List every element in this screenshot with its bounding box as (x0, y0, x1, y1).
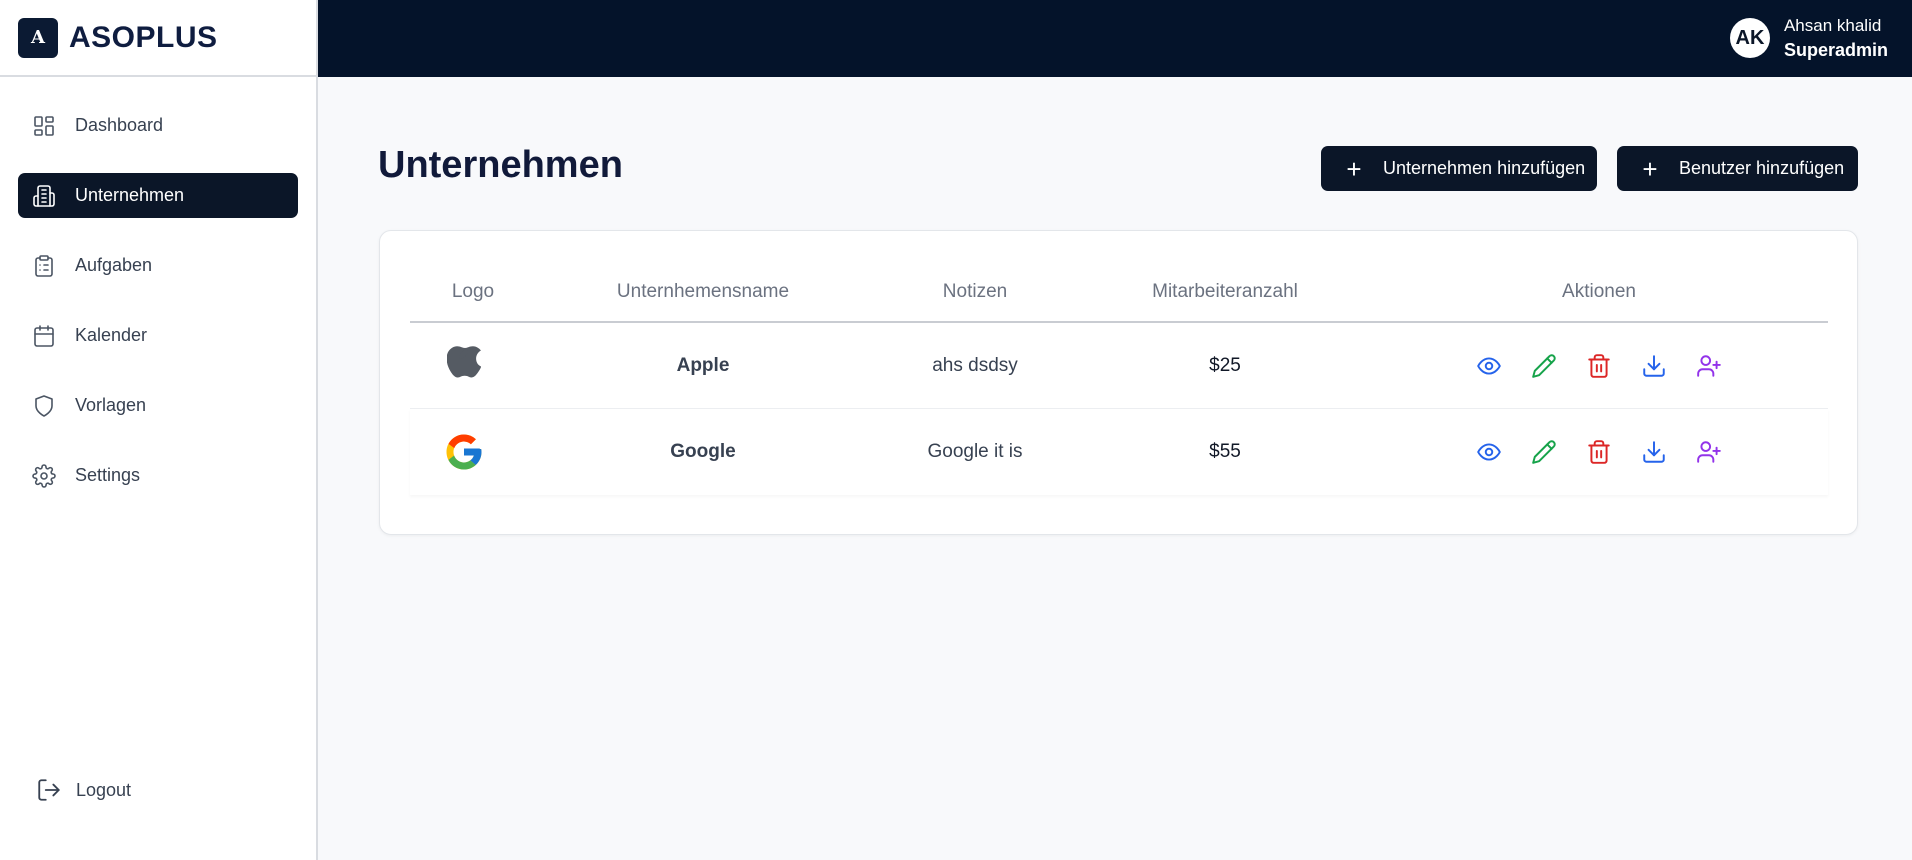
logout-icon (38, 779, 60, 801)
column-header-name: Unternhemensname (616, 281, 790, 302)
brand[interactable]: A ASOPLUS (0, 0, 316, 77)
company-name: Apple (676, 355, 730, 376)
sidebar-nav: Dashboard Unternehmen Aufgaben Kalender … (0, 77, 316, 498)
delete-icon[interactable] (1586, 439, 1612, 465)
logout-button[interactable]: Logout (36, 777, 131, 803)
logout-label: Logout (76, 779, 132, 800)
user-role: Superadmin (1783, 40, 1888, 60)
sidebar-item-label: Vorlagen (75, 395, 147, 415)
logo-cell (410, 409, 536, 495)
download-icon[interactable] (1641, 439, 1667, 465)
companies-table: Logo Unternhemensname Notizen Mitarbeite… (410, 261, 1828, 495)
sidebar-item-label: Kalender (75, 325, 148, 345)
plus-icon: + (1642, 153, 1658, 184)
user-info: Ahsan khalid Superadmin (1784, 13, 1888, 63)
sidebar-item-aufgaben[interactable]: Aufgaben (18, 243, 298, 288)
actions-cell (1370, 323, 1828, 409)
dashboard-icon (34, 115, 54, 136)
sidebar-item-label: Settings (75, 465, 141, 485)
brand-name: ASOPLUS (69, 20, 218, 54)
add-company-label: Unternehmen hinzufügen (1383, 158, 1586, 178)
page-title: Unternehmen (378, 144, 623, 186)
employee-count: $55 (1209, 441, 1241, 462)
edit-icon[interactable] (1531, 439, 1557, 465)
user-name: Ahsan khalid (1783, 16, 1882, 35)
sidebar-item-label: Dashboard (75, 115, 164, 135)
sidebar-item-settings[interactable]: Settings (18, 453, 298, 498)
company-notes: ahs dsdsy (932, 355, 1018, 376)
add-user-button[interactable]: + Benutzer hinzufügen (1617, 146, 1858, 191)
calendar-icon (34, 324, 54, 347)
download-icon[interactable] (1641, 353, 1667, 379)
company-notes: Google it is (927, 441, 1023, 462)
table-row: Google Google it is $55 (410, 409, 1828, 495)
sidebar-item-label: Unternehmen (75, 185, 185, 205)
sidebar-item-vorlagen[interactable]: Vorlagen (18, 383, 298, 428)
companies-card: Logo Unternhemensname Notizen Mitarbeite… (379, 230, 1858, 535)
delete-icon[interactable] (1586, 353, 1612, 379)
sidebar-item-kalender[interactable]: Kalender (18, 313, 298, 358)
add-user-icon[interactable] (1696, 353, 1722, 379)
sidebar-item-dashboard[interactable]: Dashboard (18, 103, 298, 148)
clipboard-icon (35, 254, 53, 277)
add-user-label: Benutzer hinzufügen (1679, 158, 1845, 178)
column-header-employee-count: Mitarbeiteranzahl (1152, 281, 1298, 302)
gear-icon (32, 463, 56, 488)
topbar: AK Ahsan khalid Superadmin (318, 0, 1912, 77)
logo-cell (410, 323, 536, 409)
table-header: Logo Unternhemensname Notizen Mitarbeite… (410, 261, 1828, 323)
plus-icon: + (1346, 153, 1362, 184)
sidebar-item-label: Aufgaben (75, 255, 153, 275)
edit-icon[interactable] (1531, 353, 1557, 379)
table-row: Apple ahs dsdsy $25 (410, 323, 1828, 409)
company-name: Google (670, 441, 736, 462)
shield-icon (35, 394, 53, 417)
employee-count: $25 (1209, 355, 1241, 376)
actions-cell (1370, 409, 1828, 495)
brand-logo: A (18, 17, 58, 58)
column-header-notes: Notizen (942, 281, 1008, 302)
building-icon (33, 184, 55, 207)
apple-logo-icon (442, 344, 486, 388)
add-company-button[interactable]: + Unternehmen hinzufügen (1321, 146, 1597, 191)
avatar: AK (1729, 18, 1770, 58)
column-header-logo: Logo (451, 281, 495, 302)
sidebar: A ASOPLUS Dashboard Unternehmen Aufgaben… (0, 0, 318, 860)
add-user-icon[interactable] (1696, 439, 1722, 465)
sidebar-item-unternehmen[interactable]: Unternehmen (18, 173, 298, 218)
view-icon[interactable] (1476, 353, 1502, 379)
view-icon[interactable] (1476, 439, 1502, 465)
user-menu[interactable]: AK Ahsan khalid Superadmin (1729, 13, 1888, 63)
column-header-actions: Aktionen (1562, 281, 1636, 302)
google-logo-icon (442, 430, 486, 474)
